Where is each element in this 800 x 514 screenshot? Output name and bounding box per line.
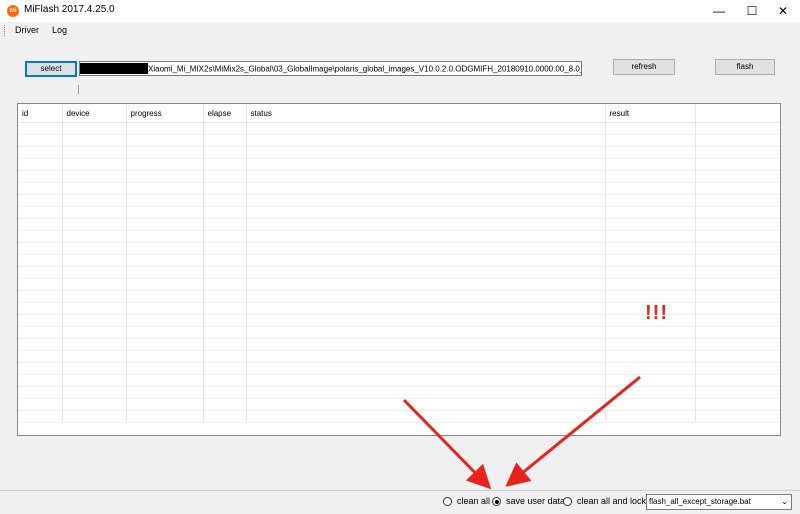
flash-script-value: flash_all_except_storage.bat — [649, 497, 751, 506]
chevron-down-icon: ⌄ — [781, 497, 788, 506]
flash-script-dropdown[interactable]: flash_all_except_storage.bat ⌄ — [646, 494, 792, 510]
save-user-data-radio[interactable] — [492, 497, 501, 506]
annotation-arrows — [402, 375, 641, 490]
annotation-arrow-left — [402, 398, 492, 490]
save-user-data-label[interactable]: save user data — [506, 496, 565, 506]
options-bar: clean all save user data clean all and l… — [0, 490, 800, 514]
clean-all-label[interactable]: clean all — [457, 496, 490, 506]
annotation-arrow-right — [505, 375, 641, 487]
clean-all-and-lock-label[interactable]: clean all and lock — [577, 496, 646, 506]
clean-all-radio[interactable] — [443, 497, 452, 506]
clean-all-and-lock-radio[interactable] — [563, 497, 572, 506]
